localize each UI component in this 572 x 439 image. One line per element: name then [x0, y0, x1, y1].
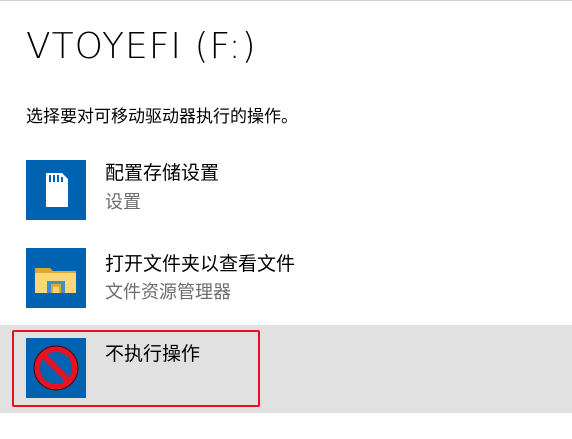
sd-card-icon: [26, 160, 86, 220]
folder-explorer-icon: [26, 248, 86, 308]
option-title: 配置存储设置: [105, 162, 220, 184]
drive-title: VTOYEFI (F:): [26, 26, 257, 67]
dialog-bottom-margin: [0, 413, 572, 439]
option-subtitle: 文件资源管理器: [105, 282, 231, 303]
option-subtitle: 设置: [105, 192, 141, 213]
option-title: 打开文件夹以查看文件: [105, 253, 296, 275]
option-configure-storage[interactable]: 配置存储设置 设置: [0, 150, 572, 238]
window-top-border: [0, 0, 572, 1]
autoplay-prompt: 选择要对可移动驱动器执行的操作。: [26, 107, 298, 127]
option-title: 不执行操作: [105, 343, 201, 365]
option-open-folder[interactable]: 打开文件夹以查看文件 文件资源管理器: [0, 238, 572, 326]
option-take-no-action[interactable]: 不执行操作: [0, 325, 572, 413]
no-action-icon: [26, 338, 86, 398]
